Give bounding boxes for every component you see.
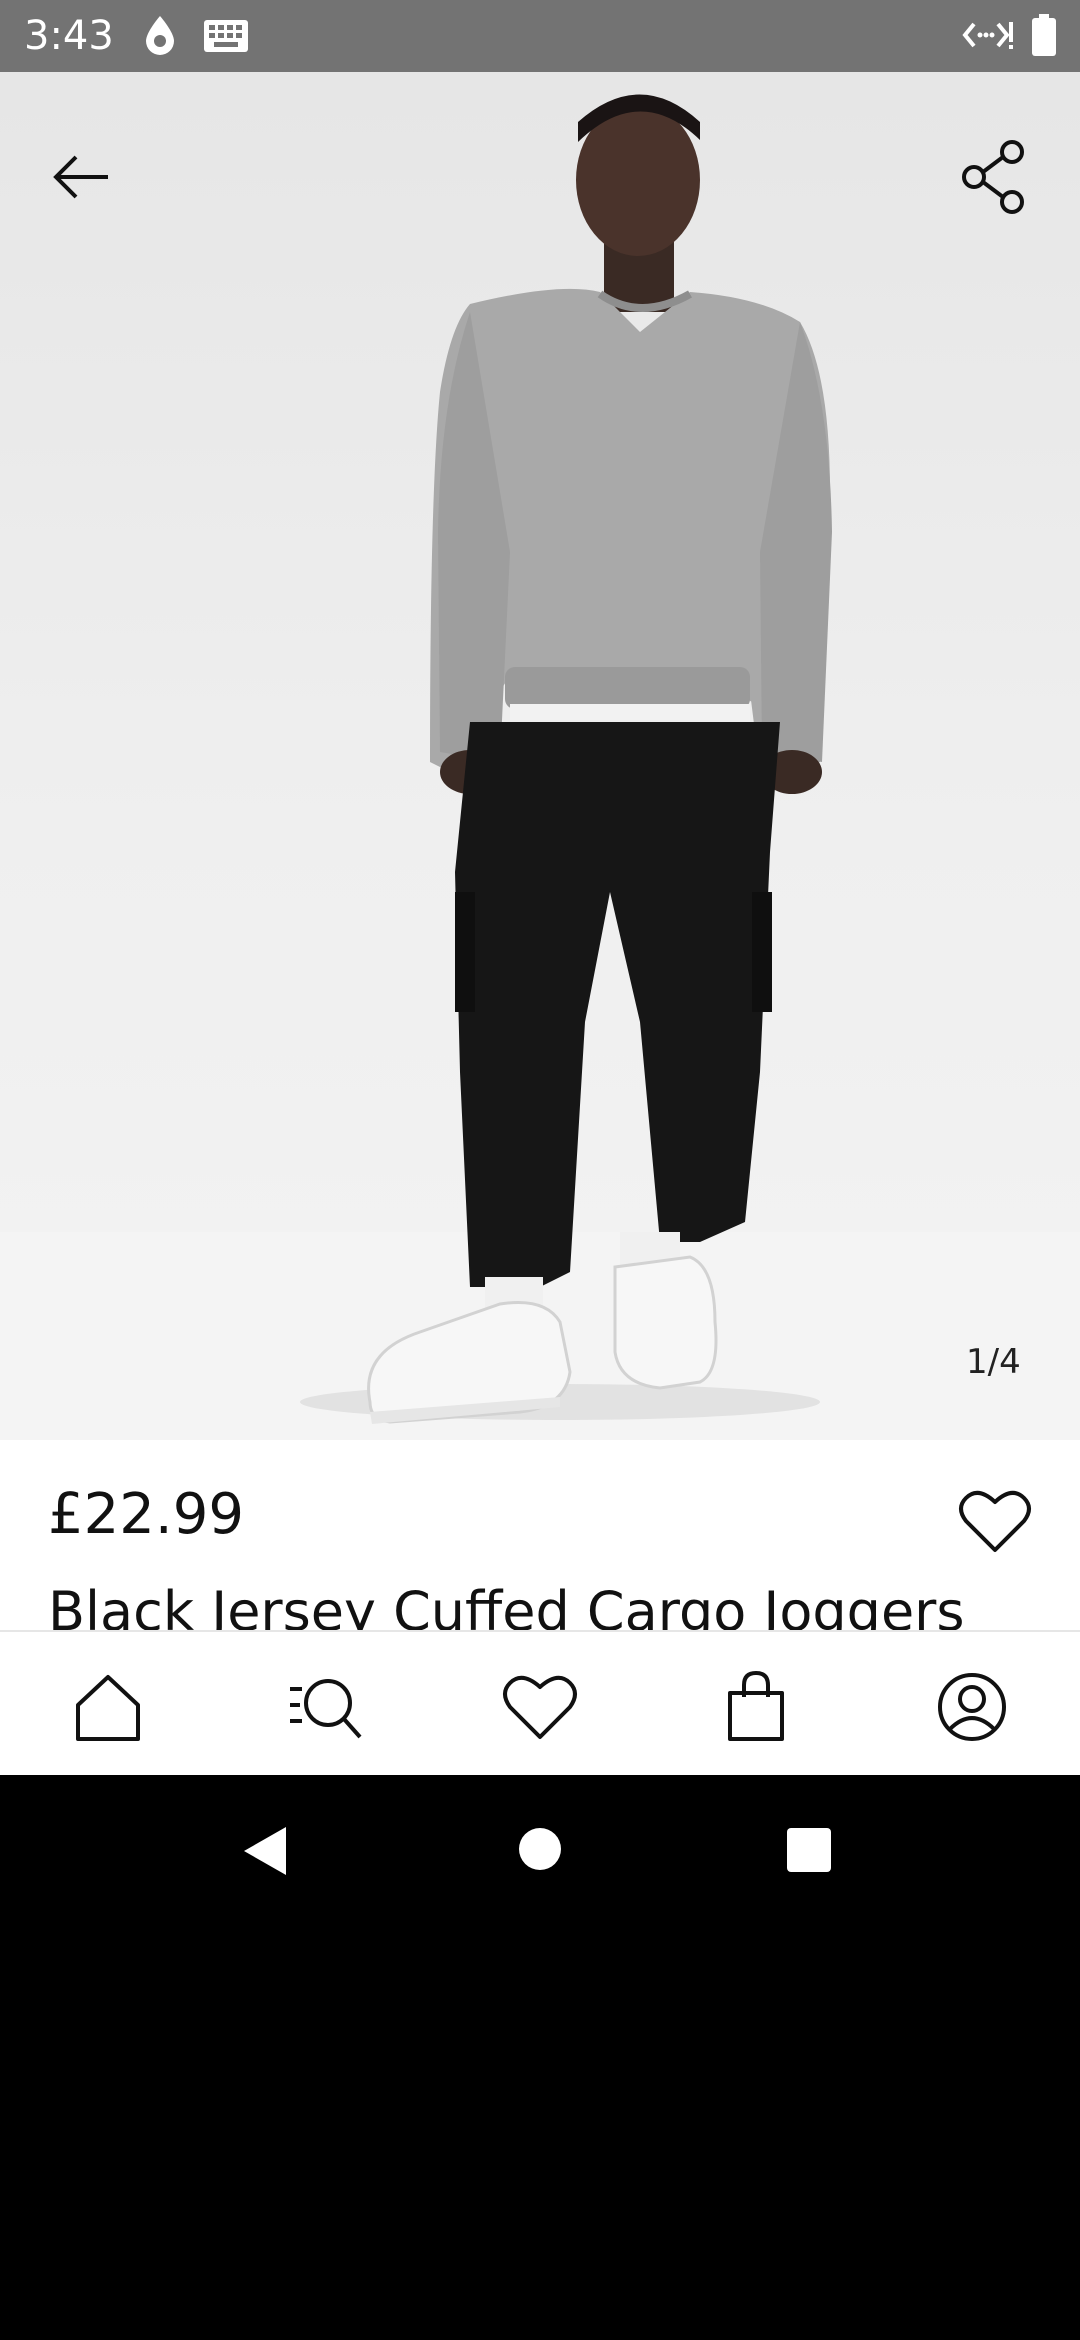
system-recents-icon[interactable] xyxy=(786,1827,832,1873)
system-back-icon[interactable] xyxy=(240,1825,290,1877)
wishlist-heart-icon[interactable] xyxy=(958,1486,1032,1556)
product-photo xyxy=(300,94,832,1424)
product-image-gallery[interactable]: 1/4 xyxy=(0,72,1080,1440)
system-home-icon[interactable] xyxy=(518,1827,562,1871)
search-icon[interactable] xyxy=(286,1667,366,1747)
share-icon[interactable] xyxy=(950,132,1040,222)
product-price: £22.99 xyxy=(48,1482,244,1547)
status-time: 3:43 xyxy=(24,13,114,59)
system-navigation-bar xyxy=(0,1775,1080,2340)
battery-icon xyxy=(1032,14,1056,56)
account-icon[interactable] xyxy=(932,1667,1012,1747)
bag-icon[interactable] xyxy=(716,1667,796,1747)
back-arrow-icon[interactable] xyxy=(40,132,130,222)
keyboard-icon xyxy=(204,20,248,52)
code-icon xyxy=(962,22,1013,49)
home-icon[interactable] xyxy=(68,1667,148,1747)
image-counter: 1/4 xyxy=(966,1342,1021,1382)
product-info: £22.99 Black Jersey Cuffed Cargo Joggers xyxy=(0,1440,1080,1643)
bottom-navigation xyxy=(0,1630,1080,1777)
drop-icon xyxy=(146,16,174,55)
heart-icon[interactable] xyxy=(500,1667,580,1747)
status-bar: 3:43 xyxy=(0,0,1080,72)
